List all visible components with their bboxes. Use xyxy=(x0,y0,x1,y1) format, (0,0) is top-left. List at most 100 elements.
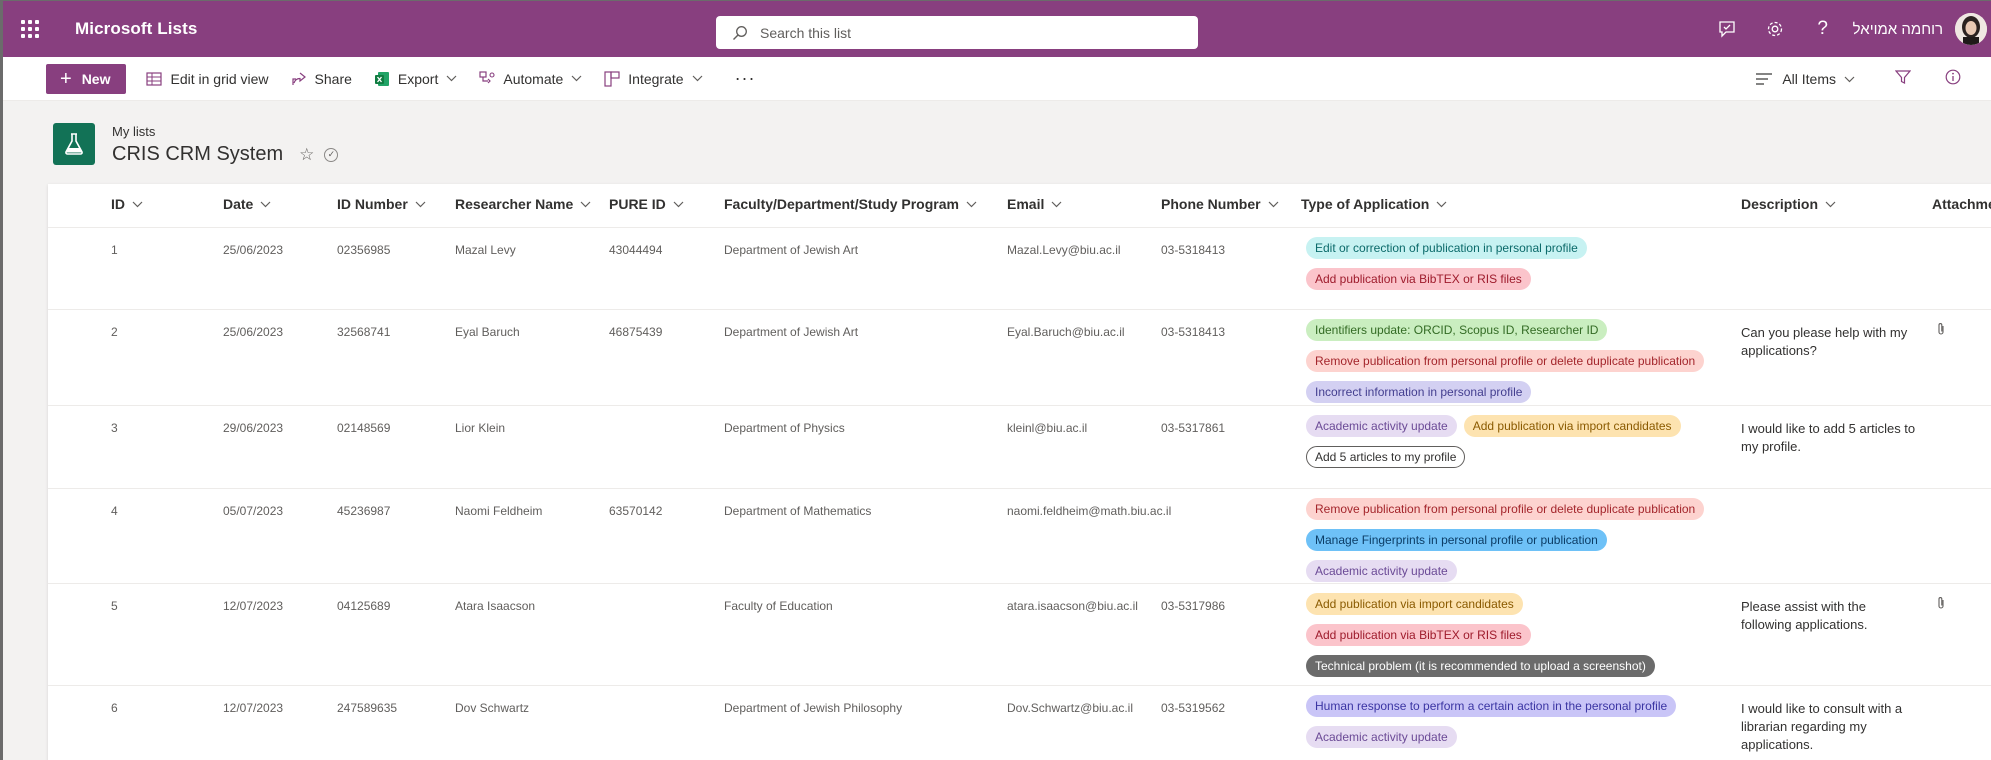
cell-email: Mazal.Levy@biu.ac.il xyxy=(1007,243,1121,257)
column-header-pure-id[interactable]: PURE ID xyxy=(609,196,684,212)
app-frame: Microsoft Lists Search this list ? רוחמה… xyxy=(0,0,1991,760)
chevron-down-icon[interactable] xyxy=(415,201,426,208)
user-name[interactable]: רוחמה אמויאל xyxy=(1853,21,1943,38)
cell-researcher-name: Lior Klein xyxy=(455,421,506,435)
chevron-down-icon[interactable] xyxy=(580,201,591,208)
cell-type-of-application: Remove publication from personal profile… xyxy=(1306,498,1736,591)
breadcrumb[interactable]: My lists xyxy=(112,124,155,139)
table-row[interactable]: 1 25/06/2023 02356985 Mazal Levy 43044494 Dep… xyxy=(48,228,1991,310)
automate-button[interactable]: Automate xyxy=(479,71,582,87)
column-header-label: PURE ID xyxy=(609,196,666,212)
column-header-phone-number[interactable]: Phone Number xyxy=(1161,196,1279,212)
column-header-label: Type of Application xyxy=(1301,196,1430,212)
column-header-department[interactable]: Faculty/Department/Study Program xyxy=(724,196,977,212)
table-row[interactable]: 6 12/07/2023 247589635 Dov Schwartz Departme… xyxy=(48,686,1991,760)
cell-phone-number: 03-5319562 xyxy=(1161,701,1226,715)
command-bar: + New Edit in grid view Share Export Aut… xyxy=(3,57,1991,101)
cell-phone-number: 03-5318413 xyxy=(1161,325,1226,339)
column-header-date[interactable]: Date xyxy=(223,196,271,212)
column-header-id[interactable]: ID xyxy=(111,196,143,212)
column-header-label: Attachme xyxy=(1932,196,1991,212)
column-header-description[interactable]: Description xyxy=(1741,196,1836,212)
excel-icon xyxy=(374,71,389,86)
automate-label: Automate xyxy=(503,70,564,87)
application-type-tag: Incorrect information in personal profil… xyxy=(1306,381,1532,403)
chevron-down-icon[interactable] xyxy=(1436,201,1447,208)
grid-icon xyxy=(146,71,163,86)
more-options-icon[interactable]: ··· xyxy=(735,68,756,89)
application-type-tag: Identifiers update: ORCID, Scopus ID, Re… xyxy=(1306,319,1608,341)
filter-icon[interactable] xyxy=(1894,69,1912,90)
view-selector[interactable]: All Items xyxy=(1756,71,1865,87)
application-type-tag: Human response to perform a certain acti… xyxy=(1306,695,1677,717)
edit-grid-view-button[interactable]: Edit in grid view xyxy=(146,71,269,87)
settings-gear-icon[interactable] xyxy=(1751,1,1799,57)
chevron-down-icon[interactable] xyxy=(1825,201,1836,208)
star-icon[interactable]: ☆ xyxy=(299,145,314,165)
cell-type-of-application: Academic activity update Add publication … xyxy=(1306,415,1736,477)
cell-id-number: 02148569 xyxy=(337,421,391,435)
chevron-down-icon[interactable] xyxy=(1268,201,1279,208)
avatar[interactable] xyxy=(1955,13,1987,45)
table-header: ID Date ID Number Researcher Name PURE ID Fac… xyxy=(48,184,1991,228)
column-header-label: ID xyxy=(111,196,125,212)
column-header-label: ID Number xyxy=(337,196,408,212)
help-icon[interactable]: ? xyxy=(1799,1,1847,57)
chevron-down-icon[interactable] xyxy=(966,201,977,208)
cell-id: 1 xyxy=(111,243,118,257)
new-button[interactable]: + New xyxy=(46,63,127,94)
cell-id: 5 xyxy=(111,599,118,613)
automate-icon xyxy=(479,70,495,83)
chevron-down-icon[interactable] xyxy=(132,201,143,208)
cell-type-of-application: Human response to perform a certain acti… xyxy=(1306,695,1736,757)
integrate-label: Integrate xyxy=(628,70,684,87)
column-header-email[interactable]: Email xyxy=(1007,196,1062,212)
cell-id-number: 02356985 xyxy=(337,243,391,257)
cell-type-of-application: Identifiers update: ORCID, Scopus ID, Re… xyxy=(1306,319,1736,412)
attachment-icon[interactable] xyxy=(1936,322,1946,336)
search-input[interactable]: Search this list xyxy=(716,16,1198,49)
cell-email: atara.isaacson@biu.ac.il xyxy=(1007,599,1138,613)
feedback-icon[interactable] xyxy=(1703,1,1751,57)
application-type-tag: Technical problem (it is recommended to … xyxy=(1306,655,1655,677)
app-title[interactable]: Microsoft Lists xyxy=(75,19,197,39)
suite-right-actions: ? רוחמה אמויאל xyxy=(1703,1,1991,57)
table-row[interactable]: 2 25/06/2023 32568741 Eyal Baruch 46875439 De… xyxy=(48,310,1991,406)
column-header-attachments[interactable]: Attachme xyxy=(1932,196,1991,212)
search-placeholder: Search this list xyxy=(760,24,852,41)
integrate-button[interactable]: Integrate xyxy=(604,71,702,87)
column-header-label: Email xyxy=(1007,196,1045,212)
attachment-icon[interactable] xyxy=(1936,596,1946,610)
column-header-type-of-application[interactable]: Type of Application xyxy=(1301,196,1447,212)
chevron-down-icon[interactable] xyxy=(1051,201,1062,208)
application-type-tag: Remove publication from personal profile… xyxy=(1306,350,1705,372)
column-header-researcher-name[interactable]: Researcher Name xyxy=(455,196,591,212)
plus-icon: + xyxy=(60,67,72,90)
app-launcher-icon[interactable] xyxy=(7,1,53,57)
table-row[interactable]: 3 29/06/2023 02148569 Lior Klein Department … xyxy=(48,406,1991,489)
check-circle-icon[interactable]: ✓ xyxy=(324,147,339,162)
cell-phone-number: 03-5317861 xyxy=(1161,421,1226,435)
table-row[interactable]: 4 05/07/2023 45236987 Naomi Feldheim 6357014… xyxy=(48,489,1991,584)
chevron-down-icon xyxy=(571,75,582,82)
column-header-label: Faculty/Department/Study Program xyxy=(724,196,959,212)
page-title: CRIS CRM System ☆ ✓ xyxy=(112,143,339,166)
cell-description: I would like to add 5 articles to my pro… xyxy=(1741,421,1916,454)
chevron-down-icon[interactable] xyxy=(673,201,684,208)
share-label: Share xyxy=(314,70,352,87)
column-header-id-number[interactable]: ID Number xyxy=(337,196,426,212)
list-view-icon xyxy=(1756,73,1773,85)
share-button[interactable]: Share xyxy=(291,71,352,87)
cell-email: naomi.feldheim@math.biu.ac.il xyxy=(1007,504,1172,518)
cell-department: Department of Jewish Art xyxy=(724,325,859,339)
cell-phone-number: 03-5318413 xyxy=(1161,243,1226,257)
info-icon[interactable] xyxy=(1945,69,1961,90)
table-row[interactable]: 5 12/07/2023 04125689 Atara Isaacson Faculty… xyxy=(48,584,1991,686)
chevron-down-icon xyxy=(446,75,457,82)
export-button[interactable]: Export xyxy=(374,71,457,87)
chevron-down-icon[interactable] xyxy=(260,201,271,208)
application-type-tag: Add publication via import candidates xyxy=(1463,415,1681,437)
cell-department: Department of Jewish Philosophy xyxy=(724,701,903,715)
cell-type-of-application: Add publication via import candidates Add… xyxy=(1306,593,1736,686)
cell-department: Department of Physics xyxy=(724,421,845,435)
